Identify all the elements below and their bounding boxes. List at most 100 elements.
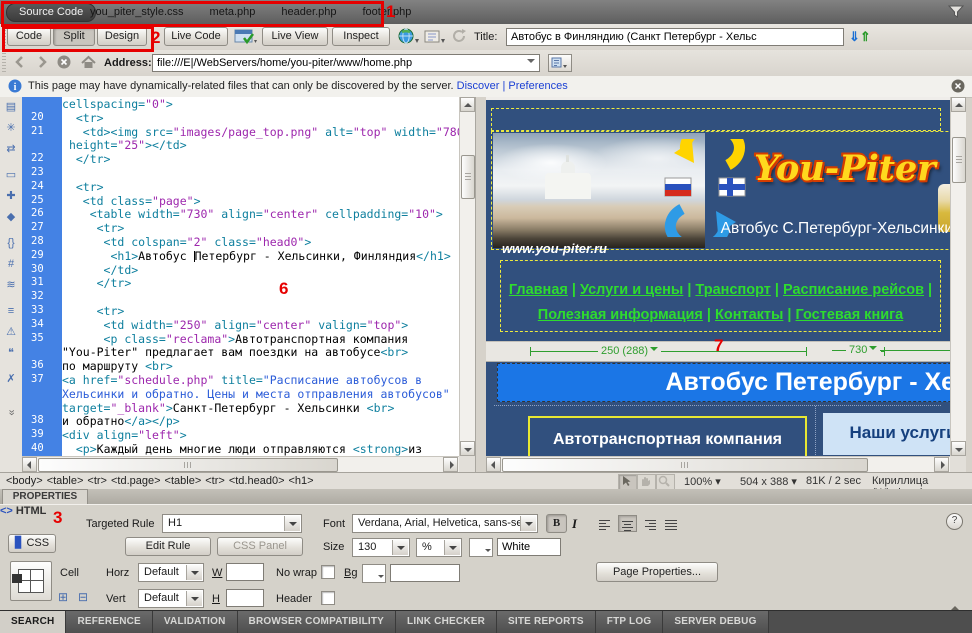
- css-mode-button[interactable]: ▊ CSS: [8, 534, 56, 553]
- preview-in-browser-icon[interactable]: [398, 28, 420, 45]
- design-vertical-scrollbar[interactable]: [950, 97, 966, 456]
- stop-icon[interactable]: [57, 55, 73, 71]
- preferences-link[interactable]: Preferences: [508, 80, 567, 92]
- promo-text-cell[interactable]: Автотранспортная компания "You-Piter" пр…: [528, 416, 807, 456]
- live-code-button[interactable]: Live Code: [164, 27, 228, 46]
- align-justify-icon[interactable]: [662, 515, 681, 532]
- forward-icon[interactable]: [35, 55, 51, 71]
- tag-selector-item[interactable]: <body>: [6, 475, 43, 487]
- collapse-selection-icon[interactable]: ▭: [0, 165, 22, 186]
- back-icon[interactable]: [13, 55, 29, 71]
- results-tab-search[interactable]: SEARCH: [0, 611, 66, 633]
- size-unit-select[interactable]: %: [416, 538, 462, 557]
- services-heading-cell[interactable]: Наши услуги: [823, 413, 950, 455]
- results-tab-link-checker[interactable]: LINK CHECKER: [396, 611, 497, 633]
- properties-tab[interactable]: PROPERTIES: [2, 489, 88, 505]
- discover-link[interactable]: Discover: [457, 80, 500, 92]
- cell-height-input[interactable]: [226, 589, 264, 607]
- targeted-rule-select[interactable]: H1: [162, 514, 302, 533]
- related-file-tab[interactable]: you_piter_style.css: [90, 4, 184, 20]
- word-wrap-icon[interactable]: ≡: [0, 301, 22, 322]
- apply-comment-icon[interactable]: ❝: [0, 343, 22, 364]
- results-tab-reference[interactable]: REFERENCE: [66, 611, 152, 633]
- align-center-icon[interactable]: [618, 515, 637, 532]
- document-title-input[interactable]: [506, 28, 844, 46]
- results-tab-browser-compatibility[interactable]: BROWSER COMPATIBILITY: [238, 611, 397, 633]
- file-management-icon[interactable]: [424, 28, 448, 45]
- vert-align-select[interactable]: Default: [138, 589, 204, 608]
- tag-selector-item[interactable]: <td.head0>: [229, 475, 285, 487]
- cell-width-input[interactable]: [226, 563, 264, 581]
- header-banner-image[interactable]: You-Piter Автобус С.Петербург-Хельсинки: [491, 131, 950, 250]
- page-properties-button[interactable]: Page Properties...: [596, 562, 718, 582]
- align-left-icon[interactable]: [596, 515, 615, 532]
- bold-button[interactable]: B: [546, 514, 567, 533]
- more-icon[interactable]: »: [1, 402, 22, 424]
- select-tool-icon[interactable]: [618, 474, 637, 490]
- nav-link[interactable]: Расписание рейсов: [783, 282, 924, 298]
- nav-link[interactable]: Полезная информация: [538, 307, 703, 323]
- line-numbers-icon[interactable]: #: [0, 254, 22, 275]
- zoom-tool-icon[interactable]: [656, 474, 675, 490]
- live-view-button[interactable]: Live View: [262, 27, 328, 46]
- magnification-select[interactable]: 100% ▾: [684, 475, 721, 488]
- select-parent-tag-icon[interactable]: ◆: [0, 207, 22, 228]
- check-browser-compatibility-icon[interactable]: [234, 28, 258, 45]
- source-code-tab[interactable]: Source Code: [6, 3, 96, 22]
- code-editor[interactable]: cellspacing="0"> <tr> <td><img src="imag…: [62, 97, 459, 456]
- code-vertical-scrollbar[interactable]: [459, 97, 475, 456]
- related-file-tab[interactable]: header.php: [281, 4, 336, 20]
- code-horizontal-scrollbar[interactable]: [22, 456, 459, 472]
- design-h1-heading[interactable]: Автобус Петербург - Хельсинки: [497, 363, 950, 402]
- results-tab-server-debug[interactable]: SERVER DEBUG: [663, 611, 768, 633]
- code-navigator-icon[interactable]: ✳: [0, 118, 22, 139]
- remove-comment-icon[interactable]: ✗: [0, 369, 22, 390]
- bg-color-input[interactable]: [390, 564, 460, 582]
- inspect-button[interactable]: Inspect: [332, 27, 390, 46]
- collapse-full-tag-icon[interactable]: ⇄: [0, 139, 22, 160]
- address-bar-grip[interactable]: [2, 53, 6, 73]
- split-cell-icon[interactable]: ⊟: [78, 590, 88, 604]
- address-input[interactable]: [152, 54, 540, 72]
- tag-selector-item[interactable]: <tr>: [87, 475, 107, 487]
- address-dropdown-icon[interactable]: [527, 59, 535, 67]
- results-tab-site-reports[interactable]: SITE REPORTS: [497, 611, 596, 633]
- hand-tool-icon[interactable]: [637, 474, 656, 490]
- home-icon[interactable]: [81, 55, 97, 71]
- align-right-icon[interactable]: [640, 515, 659, 532]
- design-top-table-row[interactable]: [491, 108, 941, 131]
- edit-rule-button[interactable]: Edit Rule: [125, 537, 211, 556]
- tag-selector-item[interactable]: <tr>: [205, 475, 225, 487]
- expand-all-icon[interactable]: ✚: [0, 186, 22, 207]
- highlight-invalid-code-icon[interactable]: ≋: [0, 275, 22, 296]
- refresh-icon[interactable]: [452, 29, 467, 44]
- font-select[interactable]: Verdana, Arial, Helvetica, sans-serif: [352, 514, 538, 533]
- table-width-menu[interactable]: 730: [846, 343, 880, 357]
- window-size-select[interactable]: 504 x 388 ▾: [740, 475, 797, 488]
- help-icon[interactable]: ?: [946, 513, 963, 530]
- results-tab-validation[interactable]: VALIDATION: [153, 611, 238, 633]
- horz-align-select[interactable]: Default: [138, 563, 204, 582]
- nav-link[interactable]: Гостевая книга: [796, 307, 904, 323]
- file-upload-download-icon[interactable]: ⇓⇑: [849, 29, 871, 45]
- tag-selector-item[interactable]: <table>: [165, 475, 202, 487]
- text-color-input[interactable]: [497, 538, 561, 556]
- column-width-menu[interactable]: 250 (288): [598, 344, 661, 358]
- related-file-tab[interactable]: meta.php: [210, 4, 256, 20]
- size-select[interactable]: 130: [352, 538, 410, 557]
- syntax-error-alerts-icon[interactable]: ⚠: [0, 322, 22, 343]
- filter-related-files-icon[interactable]: [948, 4, 964, 19]
- nav-link[interactable]: Главная: [509, 282, 568, 298]
- design-view[interactable]: You-Piter Автобус С.Петербург-Хельсинки …: [486, 97, 950, 456]
- results-tab-ftp-log[interactable]: FTP LOG: [596, 611, 664, 633]
- tag-selector-item[interactable]: <h1>: [289, 475, 314, 487]
- italic-button[interactable]: I: [572, 516, 577, 532]
- merge-cells-icon[interactable]: ⊞: [58, 590, 68, 604]
- close-info-bar-icon[interactable]: [951, 79, 965, 93]
- nav-link[interactable]: Контакты: [715, 307, 783, 323]
- toolbar-grip[interactable]: [2, 27, 6, 47]
- header-checkbox[interactable]: [321, 591, 335, 605]
- balance-braces-icon[interactable]: {}: [0, 233, 22, 254]
- split-view-button[interactable]: Split: [53, 27, 95, 46]
- design-view-button[interactable]: Design: [97, 27, 147, 46]
